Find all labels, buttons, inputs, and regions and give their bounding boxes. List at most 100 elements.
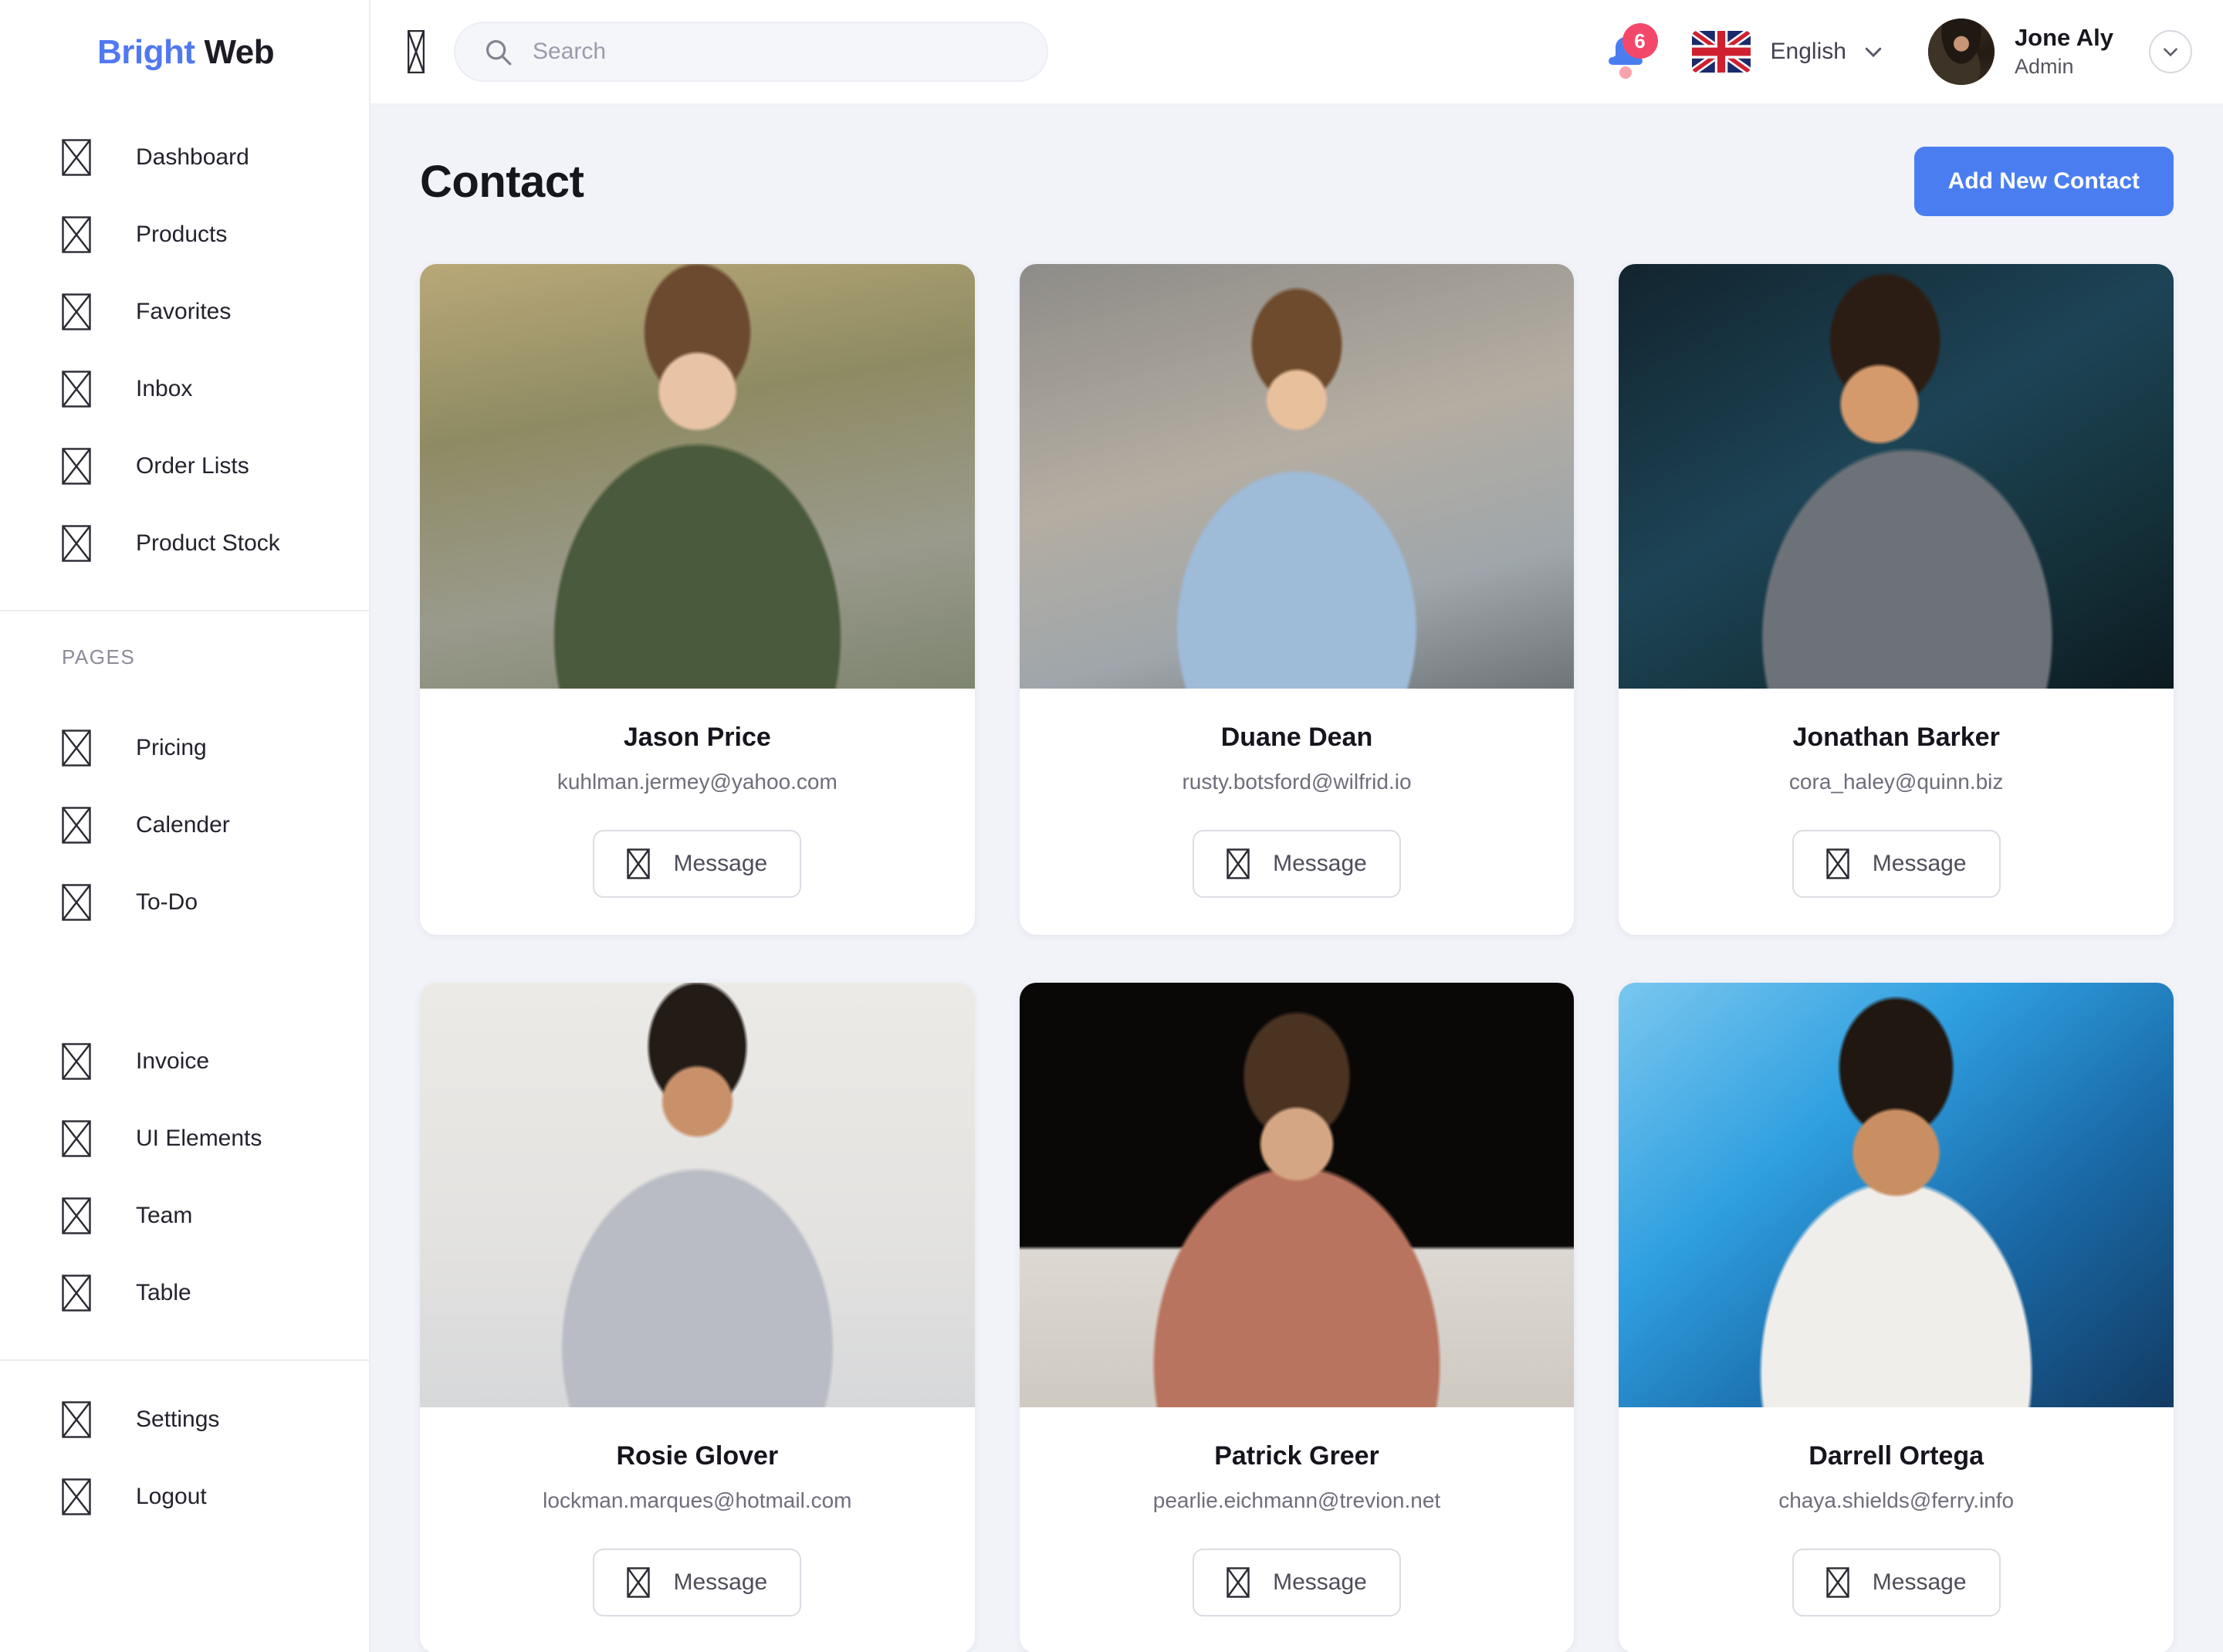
sidebar-item-order-lists[interactable]: Order Lists: [0, 428, 369, 505]
broken-image-icon: [62, 1043, 91, 1080]
sidebar-item-label: Pricing: [136, 735, 207, 760]
message-button-label: Message: [673, 1569, 768, 1595]
search-box[interactable]: [454, 22, 1048, 82]
message-button[interactable]: Message: [1193, 1549, 1401, 1616]
contact-card-body: Duane Dean rusty.botsford@wilfrid.io Messa…: [1020, 689, 1575, 935]
contact-card-body: Jason Price kuhlman.jermey@yahoo.com Messa…: [420, 689, 975, 935]
contact-name: Duane Dean: [1220, 723, 1373, 752]
contact-card-body: Darrell Ortega chaya.shields@ferry.info Me…: [1619, 1407, 2174, 1652]
language-label: English: [1770, 39, 1846, 64]
user-menu-button[interactable]: [2149, 30, 2192, 73]
sidebar-item-label: To-Do: [136, 889, 198, 915]
sidebar-group: Pricing Calender To-Do: [0, 689, 369, 941]
message-button[interactable]: Message: [593, 830, 802, 898]
sidebar-item-invoice[interactable]: Invoice: [0, 1023, 369, 1100]
contact-email: chaya.shields@ferry.info: [1778, 1488, 2015, 1512]
sidebar-item-label: UI Elements: [136, 1126, 262, 1151]
message-button-label: Message: [1273, 1569, 1367, 1595]
broken-image-icon: [62, 525, 91, 562]
sidebar-item-dashboard[interactable]: Dashboard: [0, 119, 369, 196]
contact-email: rusty.botsford@wilfrid.io: [1182, 770, 1412, 794]
sidebar-item-label: Calender: [136, 812, 230, 838]
search-input[interactable]: [533, 39, 996, 65]
sidebar-item-label: Invoice: [136, 1048, 210, 1074]
broken-image-icon: [62, 1478, 91, 1515]
sidebar-divider: [0, 610, 369, 611]
message-button-label: Message: [1872, 1569, 1967, 1595]
chevron-down-icon: [2164, 48, 2177, 57]
contact-card: Jason Price kuhlman.jermey@yahoo.com Messa…: [420, 264, 975, 935]
notifications-button[interactable]: 6: [1596, 22, 1658, 82]
contact-email: pearlie.eichmann@trevion.net: [1152, 1488, 1441, 1512]
broken-image-icon: [62, 293, 91, 330]
contact-name: Jason Price: [623, 723, 771, 752]
sidebar-item-label: Inbox: [136, 376, 193, 401]
notification-badge: 6: [1622, 23, 1658, 59]
message-button[interactable]: Message: [593, 1549, 802, 1616]
sidebar-nav: Dashboard Products Favorites Inbox Order Lis…: [0, 105, 369, 1535]
sidebar-item-inbox[interactable]: Inbox: [0, 350, 369, 428]
contact-card: Rosie Glover lockman.marques@hotmail.com M…: [420, 983, 975, 1652]
contact-photo: [1619, 264, 2174, 689]
uk-flag-icon: [1691, 31, 1751, 73]
contact-photo: [420, 983, 975, 1407]
contact-card-body: Rosie Glover lockman.marques@hotmail.com M…: [420, 1407, 975, 1652]
contact-card-body: Patrick Greer pearlie.eichmann@trevion.ne…: [1020, 1407, 1575, 1652]
broken-image-icon: [1826, 848, 1849, 879]
brand-logo-second: Web: [204, 33, 275, 71]
sidebar-item-label: Dashboard: [136, 144, 249, 170]
contact-email: cora_haley@quinn.biz: [1788, 770, 2004, 794]
contact-photo: [1019, 264, 1575, 689]
message-button[interactable]: Message: [1193, 830, 1401, 898]
contact-name: Jonathan Barker: [1792, 723, 2000, 752]
sidebar-item-favorites[interactable]: Favorites: [0, 273, 369, 350]
sidebar-item-to-do[interactable]: To-Do: [0, 864, 369, 941]
broken-image-icon: [62, 1275, 91, 1312]
sidebar-section-pages: PAGES: [62, 645, 136, 669]
broken-image-icon: [1227, 848, 1250, 879]
avatar[interactable]: [1927, 19, 1995, 85]
sidebar-item-label: Table: [136, 1280, 191, 1305]
message-button[interactable]: Message: [1792, 1549, 2001, 1616]
content-header: Contact Add New Contact: [420, 147, 2174, 216]
message-button-label: Message: [673, 851, 768, 876]
contact-name: Darrell Ortega: [1809, 1441, 1984, 1471]
sidebar-item-product-stock[interactable]: Product Stock: [0, 505, 369, 582]
language-selector[interactable]: English: [1691, 31, 1885, 73]
broken-image-icon: [1227, 1567, 1250, 1598]
sidebar-item-logout[interactable]: Logout: [0, 1458, 369, 1535]
contact-name: Rosie Glover: [616, 1441, 779, 1471]
sidebar-item-label: Logout: [136, 1484, 207, 1509]
message-button[interactable]: Message: [1792, 830, 2001, 898]
broken-image-icon: [62, 1401, 91, 1438]
contact-email: kuhlman.jermey@yahoo.com: [557, 770, 837, 794]
topbar-right: 6 English Jone Aly Admin: [1596, 19, 2192, 85]
add-new-contact-button[interactable]: Add New Contact: [1913, 147, 2174, 216]
app-root: Bright Web Dashboard Products Favorites Inb…: [0, 0, 2223, 1652]
broken-image-icon: [62, 139, 91, 176]
chevron-down-icon: [1862, 40, 1885, 63]
broken-image-icon: [62, 371, 91, 408]
sidebar-item-ui-elements[interactable]: UI Elements: [0, 1100, 369, 1177]
sidebar-item-label: Favorites: [136, 299, 232, 324]
sidebar-item-team[interactable]: Team: [0, 1177, 369, 1254]
topbar: 6 English: [370, 0, 2223, 105]
sidebar-item-table[interactable]: Table: [0, 1254, 369, 1332]
sidebar-item-pricing[interactable]: Pricing: [0, 709, 369, 787]
search-icon: [483, 37, 513, 66]
brand-logo[interactable]: Bright Web: [0, 0, 369, 105]
sidebar-item-label: Team: [136, 1203, 193, 1228]
user-role: Admin: [2014, 54, 2074, 78]
contact-grid: Jason Price kuhlman.jermey@yahoo.com Messa…: [420, 264, 2174, 1652]
sidebar-item-calender[interactable]: Calender: [0, 787, 369, 864]
sidebar-group: Invoice UI Elements Team Table: [0, 1003, 369, 1332]
contact-photo: [420, 264, 975, 689]
sidebar-item-label: Settings: [136, 1407, 220, 1432]
menu-toggle-icon[interactable]: [407, 29, 425, 74]
broken-image-icon: [62, 730, 91, 767]
sidebar-item-products[interactable]: Products: [0, 196, 369, 273]
broken-image-icon: [627, 848, 651, 879]
sidebar-item-settings[interactable]: Settings: [0, 1381, 369, 1458]
broken-image-icon: [1826, 1567, 1849, 1598]
